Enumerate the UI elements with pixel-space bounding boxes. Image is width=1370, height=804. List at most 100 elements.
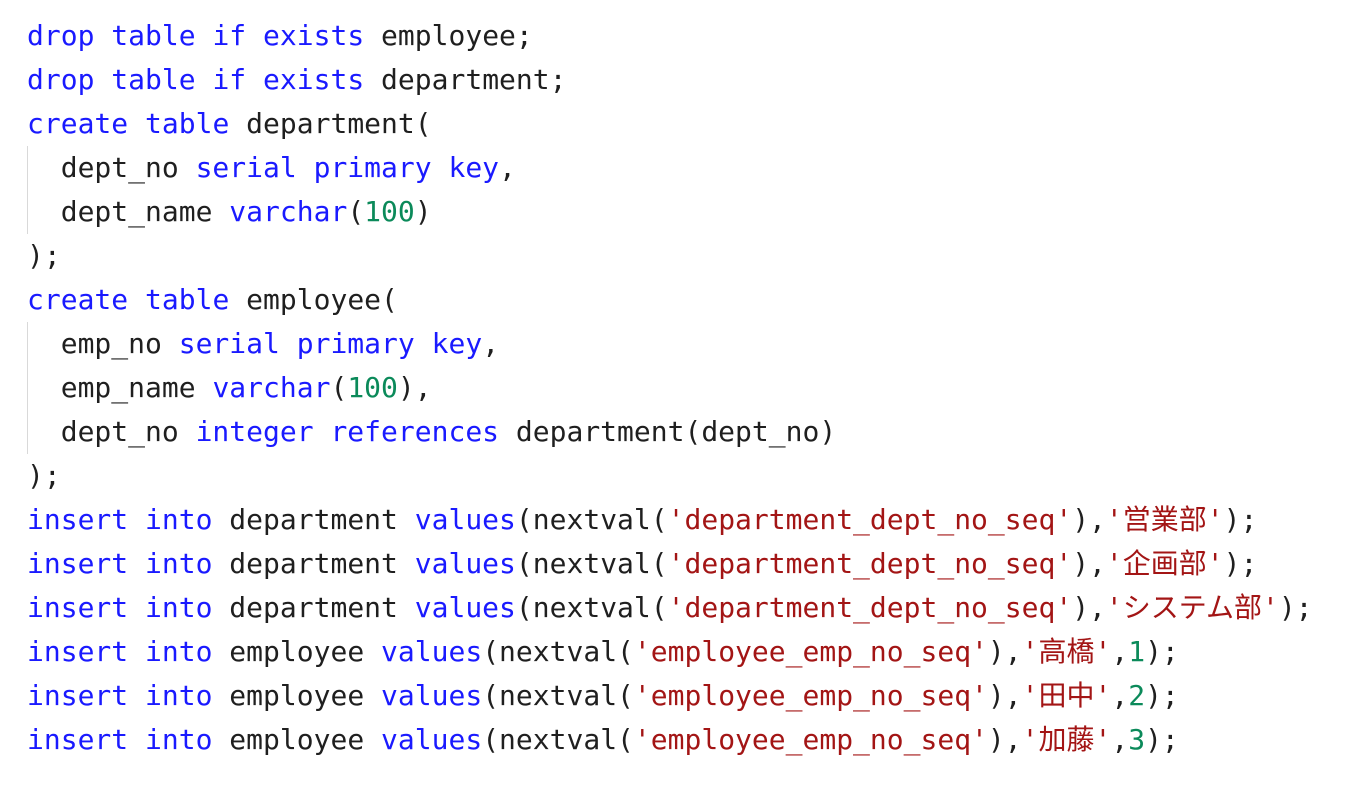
sql-keyword: key xyxy=(448,151,500,184)
sql-keyword: table xyxy=(111,63,196,96)
code-line: dept_no serial primary key, xyxy=(27,146,1370,190)
code-text: (nextval( xyxy=(515,503,668,536)
string-literal: '田中' xyxy=(1021,679,1112,712)
code-line: ); xyxy=(27,234,1370,278)
sql-keyword: if xyxy=(212,19,247,52)
sql-keyword: primary xyxy=(313,151,432,184)
number-literal: 100 xyxy=(347,371,398,404)
string-literal: 'department_dept_no_seq' xyxy=(667,503,1073,536)
code-text: emp_name xyxy=(27,371,213,404)
code-text: , xyxy=(1111,723,1129,756)
code-line: insert into employee values(nextval('emp… xyxy=(27,674,1370,718)
sql-keyword: references xyxy=(330,415,500,448)
sql-keyword: values xyxy=(414,591,516,624)
code-line: drop table if exists employee; xyxy=(27,14,1370,58)
sql-keyword: create xyxy=(27,107,129,140)
code-line: insert into employee values(nextval('emp… xyxy=(27,630,1370,674)
sql-keyword: exists xyxy=(263,63,365,96)
code-text: (nextval( xyxy=(515,591,668,624)
code-line: dept_no integer references department(de… xyxy=(27,410,1370,454)
sql-keyword: into xyxy=(145,547,213,580)
sql-keyword: insert xyxy=(27,723,129,756)
code-text: dept_name xyxy=(27,195,230,228)
sql-keyword: drop xyxy=(27,63,95,96)
sql-keyword: into xyxy=(145,635,213,668)
sql-keyword: insert xyxy=(27,547,129,580)
sql-keyword: values xyxy=(381,635,483,668)
code-line: create table employee( xyxy=(27,278,1370,322)
string-literal: 'department_dept_no_seq' xyxy=(667,547,1073,580)
code-line: create table department( xyxy=(27,102,1370,146)
code-text: ), xyxy=(987,635,1022,668)
sql-keyword: into xyxy=(145,591,213,624)
code-text: ); xyxy=(1278,591,1313,624)
code-text: ); xyxy=(1145,723,1179,756)
sql-keyword: table xyxy=(145,283,230,316)
code-text: ), xyxy=(1072,591,1106,624)
code-text: department(dept_no) xyxy=(499,415,837,448)
sql-keyword: create xyxy=(27,283,129,316)
code-text: employee xyxy=(212,723,382,756)
string-literal: 'employee_emp_no_seq' xyxy=(633,723,988,756)
string-literal: '企画部' xyxy=(1105,547,1224,580)
code-text: , xyxy=(1111,679,1129,712)
sql-keyword: insert xyxy=(27,679,129,712)
code-line: insert into department values(nextval('d… xyxy=(27,498,1370,542)
sql-keyword: serial xyxy=(178,327,280,360)
string-literal: 'employee_emp_no_seq' xyxy=(633,679,988,712)
number-literal: 100 xyxy=(364,195,415,228)
code-text: ); xyxy=(1223,547,1258,580)
code-text: ), xyxy=(397,371,432,404)
code-line: insert into employee values(nextval('emp… xyxy=(27,718,1370,762)
code-text: department; xyxy=(364,63,567,96)
string-literal: 'department_dept_no_seq' xyxy=(667,591,1073,624)
code-text: department( xyxy=(229,107,432,140)
code-text: ); xyxy=(1223,503,1258,536)
sql-keyword: values xyxy=(414,503,516,536)
sql-keyword: insert xyxy=(27,591,129,624)
string-literal: 'システム部' xyxy=(1105,591,1279,624)
code-line: emp_name varchar(100), xyxy=(27,366,1370,410)
code-line: emp_no serial primary key, xyxy=(27,322,1370,366)
sql-keyword: key xyxy=(431,327,483,360)
code-text: ( xyxy=(347,195,365,228)
code-text: (nextval( xyxy=(482,723,634,756)
sql-keyword: insert xyxy=(27,635,129,668)
sql-keyword: values xyxy=(414,547,516,580)
code-line: ); xyxy=(27,454,1370,498)
sql-keyword: varchar xyxy=(212,371,331,404)
code-line: dept_name varchar(100) xyxy=(27,190,1370,234)
code-text: ); xyxy=(1145,679,1179,712)
code-text: employee; xyxy=(364,19,533,52)
code-text: , xyxy=(1111,635,1129,668)
code-line: insert into department values(nextval('d… xyxy=(27,586,1370,630)
code-text: dept_no xyxy=(27,415,196,448)
code-text: emp_no xyxy=(27,327,179,360)
string-literal: '加藤' xyxy=(1021,723,1112,756)
sql-keyword: varchar xyxy=(229,195,348,228)
sql-keyword: into xyxy=(145,503,213,536)
sql-keyword: values xyxy=(381,679,483,712)
code-line: drop table if exists department; xyxy=(27,58,1370,102)
string-literal: 'employee_emp_no_seq' xyxy=(633,635,988,668)
sql-keyword: if xyxy=(212,63,247,96)
string-literal: '高橋' xyxy=(1021,635,1112,668)
code-text: employee( xyxy=(229,283,398,316)
code-text: ( xyxy=(330,371,348,404)
code-text: ), xyxy=(987,679,1022,712)
code-block: drop table if exists employee; drop table… xyxy=(27,14,1370,762)
sql-keyword: values xyxy=(381,723,483,756)
code-text: (nextval( xyxy=(515,547,668,580)
